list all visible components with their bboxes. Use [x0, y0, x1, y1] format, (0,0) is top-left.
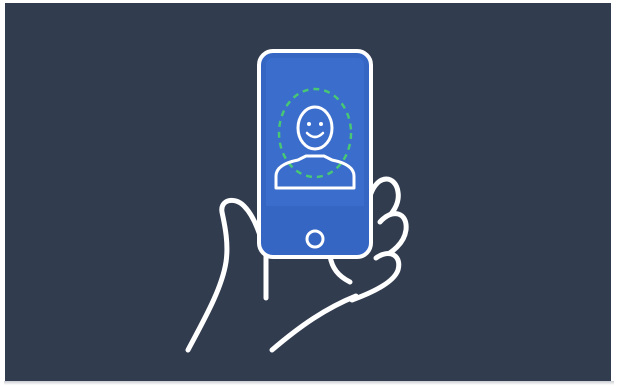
head-outline	[296, 105, 334, 151]
right-eye	[319, 122, 323, 126]
smartphone-icon	[257, 49, 373, 259]
phone-chin	[266, 206, 364, 220]
left-eye	[307, 122, 311, 126]
image-frame	[0, 0, 618, 387]
face-id-illustration	[185, 49, 409, 353]
